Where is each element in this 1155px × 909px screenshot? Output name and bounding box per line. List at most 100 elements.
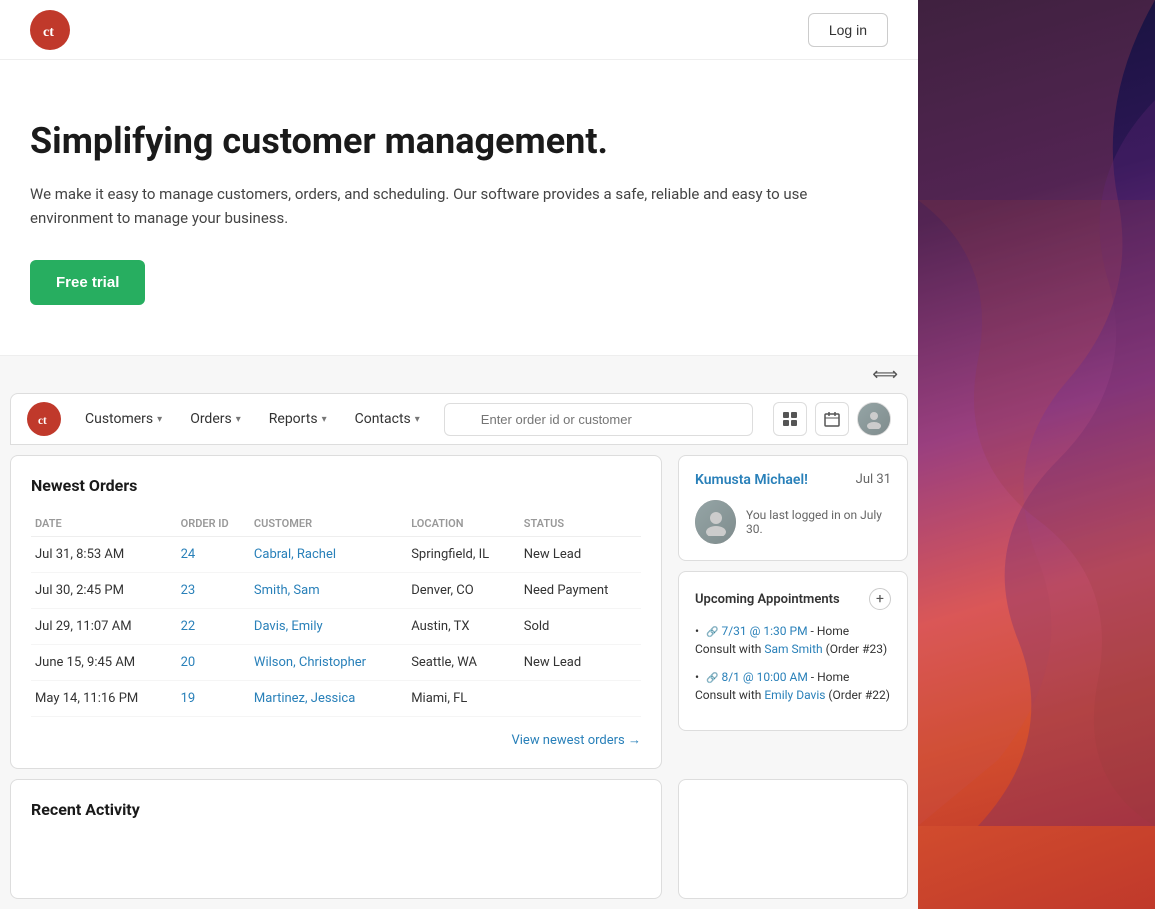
- reports-chevron-icon: ▾: [322, 414, 327, 425]
- col-location: LOCATION: [407, 511, 520, 537]
- user-avatar: [695, 500, 736, 544]
- appt-header: Upcoming Appointments +: [695, 588, 891, 610]
- orders-title: Newest Orders: [31, 476, 641, 495]
- orders-table: DATE ORDER ID CUSTOMER LOCATION STATUS J…: [31, 511, 641, 717]
- order-date: Jul 30, 2:45 PM: [31, 573, 177, 609]
- hero-description: We make it easy to manage customers, ord…: [30, 182, 888, 230]
- bottom-content: Recent Activity: [0, 779, 918, 909]
- appointment-item: • 🔗 8/1 @ 10:00 AM - Home Consult with E…: [695, 668, 891, 704]
- nav-customers-label: Customers: [85, 411, 153, 427]
- greeting-header: Kumusta Michael! Jul 31: [695, 472, 891, 488]
- search-area: 🔍: [444, 403, 753, 436]
- svg-text:ct: ct: [43, 25, 54, 40]
- content-area: Newest Orders DATE ORDER ID CUSTOMER LOC…: [0, 445, 918, 779]
- login-info: You last logged in on July 30.: [746, 508, 891, 536]
- table-row: Jul 29, 11:07 AM 22 Davis, Emily Austin,…: [31, 609, 641, 645]
- nav-contacts[interactable]: Contacts ▾: [343, 403, 432, 435]
- customers-chevron-icon: ▾: [157, 414, 162, 425]
- col-date: DATE: [31, 511, 177, 537]
- appt-title: Upcoming Appointments: [695, 592, 840, 607]
- nav-orders[interactable]: Orders ▾: [178, 403, 253, 435]
- logo-icon: ct: [30, 10, 70, 50]
- order-location: Springfield, IL: [407, 537, 520, 573]
- appt-bullet: •: [695, 670, 699, 684]
- table-row: May 14, 11:16 PM 19 Martinez, Jessica Mi…: [31, 681, 641, 717]
- contacts-chevron-icon: ▾: [415, 414, 420, 425]
- col-customer: CUSTOMER: [250, 511, 407, 537]
- user-avatar-button[interactable]: [857, 402, 891, 436]
- recent-activity-title: Recent Activity: [31, 800, 641, 819]
- customer-link[interactable]: Davis, Emily: [254, 619, 323, 634]
- order-id-cell: 24: [177, 537, 250, 573]
- view-newest-orders-link[interactable]: View newest orders →: [511, 733, 641, 748]
- order-date: May 14, 11:16 PM: [31, 681, 177, 717]
- order-customer: Smith, Sam: [250, 573, 407, 609]
- order-status: [520, 681, 641, 717]
- greeting-date: Jul 31: [856, 472, 891, 487]
- order-id-cell: 23: [177, 573, 250, 609]
- appointments-list: • 🔗 7/31 @ 1:30 PM - Home Consult with S…: [695, 622, 891, 704]
- col-order-id: ORDER ID: [177, 511, 250, 537]
- customer-link[interactable]: Martinez, Jessica: [254, 691, 355, 706]
- search-input[interactable]: [444, 403, 753, 436]
- hero-headline: Simplifying customer management.: [30, 120, 888, 162]
- order-status: New Lead: [520, 645, 641, 681]
- order-location: Denver, CO: [407, 573, 520, 609]
- customer-link[interactable]: Cabral, Rachel: [254, 547, 336, 562]
- order-status: Need Payment: [520, 573, 641, 609]
- external-link-icon: 🔗: [706, 627, 718, 638]
- nav-customers[interactable]: Customers ▾: [73, 403, 174, 435]
- side-panel: Kumusta Michael! Jul 31 Yo: [678, 455, 908, 769]
- customer-link[interactable]: Smith, Sam: [254, 583, 320, 598]
- login-button[interactable]: Log in: [808, 13, 888, 47]
- appointment-person-link[interactable]: Sam Smith: [764, 642, 822, 656]
- nav-reports[interactable]: Reports ▾: [257, 403, 339, 435]
- resize-row: ⟺: [0, 356, 918, 393]
- logo-area: ct: [30, 10, 70, 50]
- order-id-link[interactable]: 20: [181, 655, 196, 670]
- order-customer: Davis, Emily: [250, 609, 407, 645]
- appointment-time-link[interactable]: 8/1 @ 10:00 AM: [721, 670, 807, 684]
- app-bar: ct Customers ▾ Orders ▾ Reports ▾ Contac…: [10, 393, 908, 445]
- hero-section: Simplifying customer management. We make…: [0, 60, 918, 356]
- appointments-card: Upcoming Appointments + • 🔗 7/31 @ 1:30 …: [678, 571, 908, 731]
- free-trial-button[interactable]: Free trial: [30, 260, 145, 305]
- greeting-name: Kumusta Michael!: [695, 472, 808, 488]
- order-id-link[interactable]: 22: [181, 619, 196, 634]
- customer-link[interactable]: Wilson, Christopher: [254, 655, 366, 670]
- order-location: Miami, FL: [407, 681, 520, 717]
- order-location: Austin, TX: [407, 609, 520, 645]
- appointment-item: • 🔗 7/31 @ 1:30 PM - Home Consult with S…: [695, 622, 891, 658]
- order-date: Jul 29, 11:07 AM: [31, 609, 177, 645]
- order-id-cell: 22: [177, 609, 250, 645]
- nav-contacts-label: Contacts: [355, 411, 411, 427]
- table-row: Jul 30, 2:45 PM 23 Smith, Sam Denver, CO…: [31, 573, 641, 609]
- calendar-button[interactable]: [815, 402, 849, 436]
- nav-reports-label: Reports: [269, 411, 318, 427]
- order-date: June 15, 9:45 AM: [31, 645, 177, 681]
- deco-panel: [918, 0, 1155, 909]
- order-customer: Wilson, Christopher: [250, 645, 407, 681]
- svg-text:ct: ct: [38, 415, 47, 427]
- app-logo: ct: [27, 402, 61, 436]
- greeting-user: You last logged in on July 30.: [695, 500, 891, 544]
- order-id-link[interactable]: 19: [181, 691, 196, 706]
- order-status: Sold: [520, 609, 641, 645]
- toolbar-icons: [773, 402, 891, 436]
- side-bottom-panel: [678, 779, 908, 899]
- order-status: New Lead: [520, 537, 641, 573]
- grid-view-button[interactable]: [773, 402, 807, 436]
- top-header: ct Log in: [0, 0, 918, 60]
- table-row: Jul 31, 8:53 AM 24 Cabral, Rachel Spring…: [31, 537, 641, 573]
- appointment-time-link[interactable]: 7/31 @ 1:30 PM: [721, 624, 807, 638]
- order-id-cell: 20: [177, 645, 250, 681]
- appointment-person-link[interactable]: Emily Davis: [764, 688, 825, 702]
- view-more: View newest orders →: [31, 729, 641, 748]
- order-id-link[interactable]: 23: [181, 583, 196, 598]
- nav-orders-label: Orders: [190, 411, 232, 427]
- order-location: Seattle, WA: [407, 645, 520, 681]
- resize-icon[interactable]: ⟺: [872, 364, 898, 385]
- add-appointment-button[interactable]: +: [869, 588, 891, 610]
- order-customer: Martinez, Jessica: [250, 681, 407, 717]
- order-id-link[interactable]: 24: [181, 547, 196, 562]
